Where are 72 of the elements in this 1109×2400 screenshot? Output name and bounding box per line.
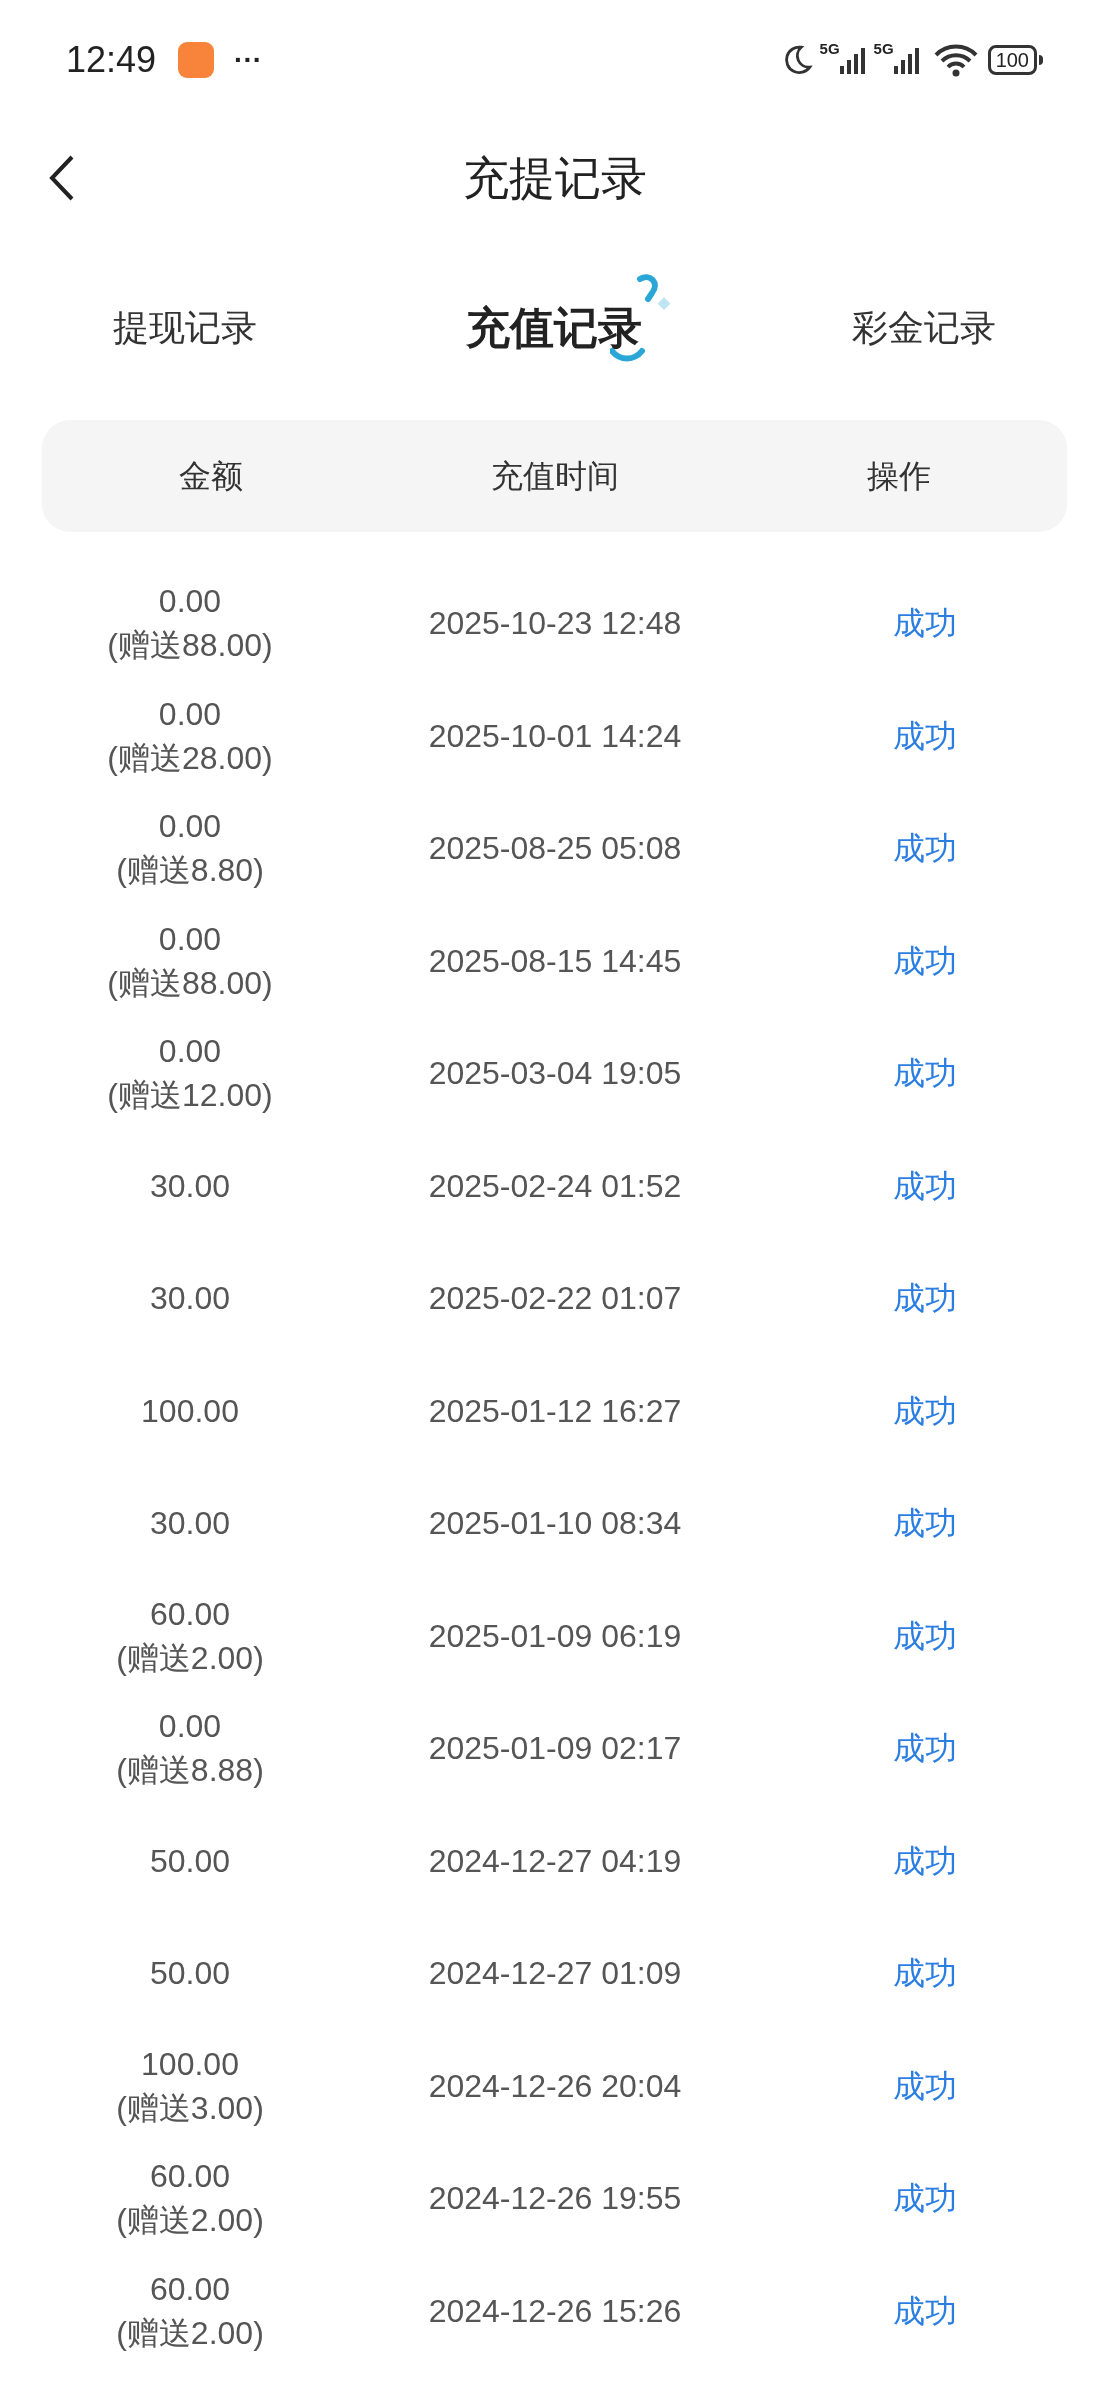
- amount: 60.00: [149, 2269, 231, 2309]
- status-link[interactable]: 成功: [892, 824, 957, 873]
- clock: 12:49: [66, 38, 157, 82]
- amount: 50.00: [149, 1841, 231, 1881]
- bonus-amount: (赠送8.88): [116, 1751, 264, 1791]
- recharge-time: 2025-02-22 01:07: [428, 1279, 682, 1319]
- status-link[interactable]: 成功: [892, 599, 957, 648]
- amount: 60.00: [149, 2157, 231, 2197]
- column-header: 操作: [866, 457, 931, 496]
- recharge-time: 2025-10-23 12:48: [428, 604, 682, 644]
- status-link[interactable]: 成功: [892, 936, 957, 985]
- status-link[interactable]: 成功: [892, 2174, 957, 2223]
- bonus-amount: (赠送2.00): [116, 2313, 264, 2353]
- recharge-time: 2025-08-25 05:08: [428, 829, 682, 869]
- network-label: 5G: [873, 39, 894, 59]
- status-link[interactable]: 成功: [892, 1274, 957, 1323]
- bonus-amount: (赠送3.00): [116, 2088, 264, 2128]
- recharge-time: 2024-12-27 01:09: [428, 1954, 682, 1994]
- recharge-time: 2025-03-04 19:05: [428, 1054, 682, 1094]
- status-link[interactable]: 成功: [892, 1161, 957, 1210]
- recharge-time: 2025-01-12 16:27: [428, 1391, 682, 1431]
- amount: 0.00: [158, 1707, 222, 1747]
- amount: 30.00: [149, 1166, 231, 1206]
- status-link[interactable]: 成功: [892, 1611, 957, 1660]
- back-icon[interactable]: [48, 154, 76, 202]
- status-link[interactable]: 成功: [892, 1949, 957, 1998]
- tab[interactable]: 提现记录: [112, 301, 257, 355]
- recharge-time: 2025-01-10 08:34: [428, 1504, 682, 1544]
- amount: 50.00: [149, 1954, 231, 1994]
- bonus-amount: (赠送2.00): [116, 1638, 264, 1678]
- amount: 0.00: [158, 694, 222, 734]
- amount: 0.00: [158, 807, 222, 847]
- recharge-time: 2024-12-27 04:19: [428, 1841, 682, 1881]
- app-icon: [178, 42, 215, 78]
- amount: 100.00: [141, 2044, 239, 2084]
- recharge-time: 2025-10-01 14:24: [428, 716, 682, 756]
- status-link[interactable]: 成功: [892, 711, 957, 760]
- recharge-time: 2024-12-26 20:04: [428, 2066, 682, 2106]
- bonus-amount: (赠送2.00): [116, 2201, 264, 2241]
- more-indicator: ···: [234, 43, 263, 77]
- recharge-time: 2024-12-26 19:55: [428, 2179, 682, 2219]
- status-link[interactable]: 成功: [892, 2061, 957, 2110]
- status-link[interactable]: 成功: [892, 1836, 957, 1885]
- amount: 100.00: [141, 1391, 239, 1431]
- bonus-amount: (赠送8.80): [116, 851, 264, 891]
- status-link[interactable]: 成功: [892, 1386, 957, 1435]
- recharge-time: 2025-01-09 06:19: [428, 1616, 682, 1656]
- amount: 30.00: [149, 1279, 231, 1319]
- recharge-time: 2025-01-09 02:17: [428, 1729, 682, 1769]
- amount: 30.00: [149, 1504, 231, 1544]
- bonus-amount: (赠送28.00): [107, 738, 273, 778]
- recharge-time: 2024-12-26 15:26: [428, 2291, 682, 2331]
- page-title: 充提记录: [462, 150, 647, 206]
- amount: 0.00: [158, 582, 222, 622]
- amount: 60.00: [149, 1594, 231, 1634]
- tab[interactable]: 充值记录: [462, 295, 647, 361]
- wifi-icon: [933, 43, 978, 77]
- bonus-amount: (赠送88.00): [107, 963, 273, 1003]
- recharge-time: 2025-02-24 01:52: [428, 1166, 682, 1206]
- amount: 0.00: [158, 1032, 222, 1072]
- status-link[interactable]: 成功: [892, 2286, 957, 2335]
- network-label: 5G: [819, 39, 840, 59]
- column-header: 充值时间: [491, 457, 619, 496]
- status-link[interactable]: 成功: [892, 1049, 957, 1098]
- status-link[interactable]: 成功: [892, 1724, 957, 1773]
- bonus-amount: (赠送88.00): [107, 626, 273, 666]
- amount: 0.00: [158, 919, 222, 959]
- recharge-time: 2025-08-15 14:45: [428, 941, 682, 981]
- tab[interactable]: 彩金记录: [852, 301, 997, 355]
- status-link[interactable]: 成功: [892, 1499, 957, 1548]
- column-header: 金额: [179, 457, 243, 496]
- bonus-amount: (赠送12.00): [107, 1076, 273, 1116]
